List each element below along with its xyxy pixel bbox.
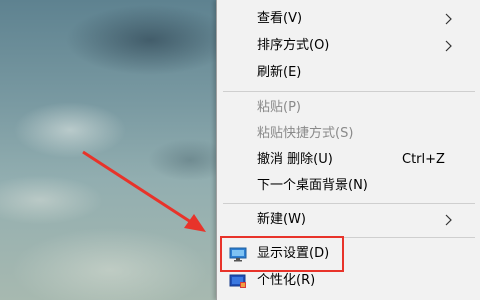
menu-item-paste-shortcut[interactable]: 粘贴快捷方式(S) bbox=[217, 121, 480, 147]
menu-separator bbox=[223, 203, 475, 204]
menu-item-new[interactable]: 新建(W) bbox=[217, 207, 480, 233]
chevron-right-icon bbox=[445, 214, 452, 226]
shortcut-label: Ctrl+Z bbox=[402, 152, 445, 167]
menu-item-undo-delete[interactable]: 撤消 删除(U) Ctrl+Z bbox=[217, 147, 480, 173]
menu-item-sort-by[interactable]: 排序方式(O) bbox=[217, 33, 480, 59]
chevron-right-icon bbox=[445, 40, 452, 52]
menu-separator bbox=[223, 91, 475, 92]
chevron-right-icon bbox=[445, 13, 452, 25]
menu-item-paste[interactable]: 粘贴(P) bbox=[217, 95, 480, 121]
menu-item-view[interactable]: 查看(V) bbox=[217, 6, 480, 32]
annotation-highlight-box bbox=[220, 236, 344, 272]
menu-item-refresh[interactable]: 刷新(E) bbox=[217, 60, 480, 86]
personalize-icon bbox=[229, 274, 246, 288]
menu-item-next-background[interactable]: 下一个桌面背景(N) bbox=[217, 173, 480, 199]
